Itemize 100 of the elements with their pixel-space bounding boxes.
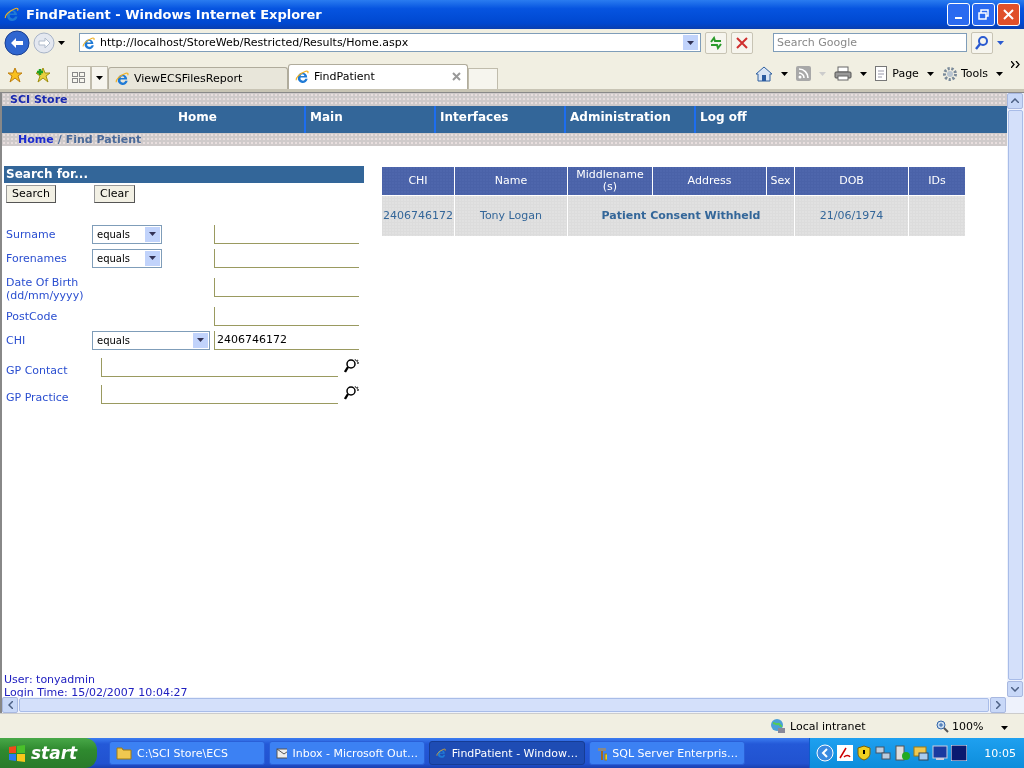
consent-notice: Patient Consent Withheld [567, 195, 795, 237]
field-label: CHI [6, 332, 27, 347]
field-label: PostCode [6, 308, 59, 323]
search-icon[interactable] [344, 357, 361, 374]
caret-icon[interactable] [781, 71, 789, 76]
input-field[interactable] [101, 357, 338, 377]
tools-menu[interactable]: Tools [941, 65, 988, 82]
site-title: SCI Store [2, 92, 1007, 106]
close-icon [1003, 8, 1014, 20]
column-header: Sex [766, 166, 795, 196]
search-button[interactable]: Search [6, 184, 56, 203]
gear-icon [941, 65, 958, 82]
column-header: CHI [381, 166, 455, 196]
scroll-left-button[interactable] [2, 697, 18, 714]
breadcrumb-link[interactable]: Home [18, 132, 54, 146]
clear-button[interactable]: Clear [94, 184, 135, 203]
hammer-icon [596, 745, 608, 761]
scrollbar-thumb[interactable] [19, 698, 989, 713]
vertical-scrollbar[interactable] [1007, 92, 1024, 698]
search-options-caret-icon[interactable] [997, 40, 1004, 45]
address-bar[interactable]: http://localhost/StoreWeb/Restricted/Results/Home.aspx [79, 33, 701, 53]
caret-icon[interactable] [149, 232, 156, 237]
operator-dropdown[interactable]: equals [92, 248, 162, 268]
scroll-down-icon[interactable] [1011, 686, 1019, 692]
window-icon[interactable] [951, 745, 968, 761]
monitor-icon[interactable] [932, 745, 949, 761]
start-button[interactable]: start [0, 738, 97, 768]
browser-tab[interactable]: ViewECSFilesReport [108, 66, 288, 89]
address-url: http://localhost/StoreWeb/Restricted/Results/Home.aspx [100, 36, 410, 50]
add-favorite-icon[interactable] [35, 66, 51, 83]
shield-icon[interactable] [856, 745, 873, 761]
caret-icon[interactable] [687, 40, 694, 45]
taskbar-button[interactable]: C:\SCI Store\ECS [109, 741, 265, 765]
caret-icon[interactable] [860, 71, 868, 76]
caret-icon[interactable] [996, 71, 1003, 76]
taskbar-button[interactable]: SQL Server Enterpris… [589, 741, 745, 765]
refresh-icon [709, 35, 723, 50]
zoom-icon [936, 719, 949, 733]
close-tab-icon[interactable] [452, 72, 461, 82]
scroll-right-button[interactable] [990, 697, 1006, 714]
caret-icon[interactable] [926, 71, 934, 76]
input-field[interactable] [101, 384, 338, 404]
input-field[interactable] [214, 277, 359, 297]
caret-icon[interactable] [96, 75, 103, 80]
taskbar-button[interactable]: FindPatient - Window… [429, 741, 585, 765]
grid-icon [72, 71, 86, 84]
caret-icon[interactable] [197, 338, 204, 343]
browser-icon [4, 6, 20, 23]
operator-dropdown[interactable]: equals [92, 330, 210, 350]
zoom-caret-icon[interactable] [1001, 725, 1009, 730]
show-hidden-icons-button[interactable] [816, 744, 835, 762]
search-button[interactable] [971, 31, 993, 54]
search-field[interactable]: Search Google [773, 33, 967, 53]
tray-app-icon[interactable] [837, 745, 854, 761]
table-cell: Tony Logan [454, 195, 568, 237]
input-field[interactable]: 2406746172 [214, 330, 359, 350]
back-button[interactable] [4, 29, 30, 56]
page-menu[interactable]: Page [875, 65, 919, 82]
favorites-star-icon[interactable] [7, 66, 23, 83]
server-icon[interactable] [894, 745, 911, 761]
nav-item[interactable]: Home [174, 105, 304, 133]
field-label: Date Of Birth (dd/mm/yyyy) [6, 274, 85, 302]
envelope-icon [276, 746, 288, 760]
address-dropdown-button[interactable] [683, 35, 698, 51]
printer-icon[interactable] [834, 66, 853, 82]
taskbar-button[interactable]: Inbox - Microsoft Out… [269, 741, 425, 765]
security-zone[interactable]: Local intranet [770, 718, 920, 734]
minimize-icon [955, 17, 962, 20]
scroll-right-icon [995, 701, 1001, 710]
chevron-icon[interactable] [1011, 60, 1020, 68]
scroll-up-icon[interactable] [1011, 98, 1019, 104]
history-caret-icon[interactable] [58, 40, 65, 45]
input-field[interactable] [214, 248, 359, 268]
breadcrumb-current: Find Patient [65, 132, 142, 146]
page-icon [82, 35, 96, 50]
field-label: Forenames [6, 250, 68, 265]
zoom-level[interactable]: 100% [936, 719, 984, 733]
column-header: Middlename (s) [567, 166, 653, 196]
input-field[interactable] [214, 306, 359, 326]
close-button[interactable] [997, 2, 1020, 26]
stop-button[interactable] [731, 31, 753, 54]
refresh-button[interactable] [705, 31, 727, 54]
minimize-button[interactable] [947, 2, 970, 26]
column-header: Name [454, 166, 568, 196]
home-icon[interactable] [755, 65, 774, 82]
table-cell: 2406746172 [381, 195, 455, 237]
field-label: GP Practice [6, 389, 70, 404]
panel-header: Search for... [4, 165, 364, 183]
browser-tab[interactable]: FindPatient [288, 63, 468, 89]
restore-icon [978, 8, 989, 20]
caret-icon[interactable] [149, 256, 156, 261]
restore-button[interactable] [972, 2, 995, 26]
tab-list-button[interactable] [91, 65, 108, 89]
clock: 10:05 [984, 746, 1016, 760]
operator-dropdown[interactable]: equals [92, 224, 162, 244]
input-field[interactable] [214, 224, 359, 244]
monitor-icon[interactable] [913, 745, 930, 761]
scroll-left-icon [7, 701, 13, 710]
search-icon[interactable] [344, 384, 361, 401]
windows-logo-icon [8, 744, 26, 762]
